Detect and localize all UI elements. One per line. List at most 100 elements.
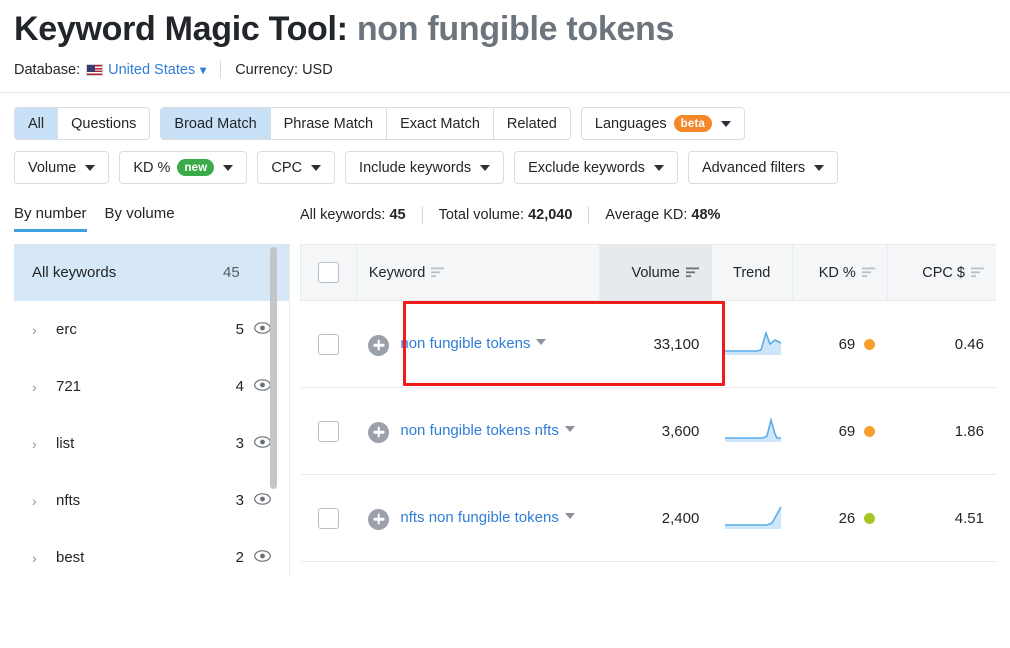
keyword-link[interactable]: non fungible tokens nfts bbox=[400, 422, 558, 439]
add-keyword-icon[interactable] bbox=[368, 421, 390, 443]
chevron-down-icon bbox=[480, 164, 491, 171]
keyword-link[interactable]: non fungible tokens bbox=[400, 335, 530, 352]
database-selector[interactable]: United States bbox=[108, 62, 195, 78]
sidebar-scrollbar-thumb[interactable] bbox=[270, 247, 277, 490]
column-header-keyword-label: Keyword bbox=[368, 264, 426, 281]
keyword-menu-caret-icon[interactable] bbox=[564, 512, 575, 519]
column-header-kd[interactable]: KD % bbox=[791, 244, 888, 302]
tab-questions[interactable]: Questions bbox=[58, 107, 151, 141]
keyword-cell: non fungible tokens nfts bbox=[356, 387, 600, 476]
chevron-down-icon bbox=[814, 164, 825, 171]
select-all-checkbox[interactable] bbox=[317, 262, 339, 284]
exclude-keywords-label: Exclude keywords bbox=[528, 159, 645, 176]
eye-icon[interactable] bbox=[254, 435, 271, 452]
stat-total-volume: Total volume: 42,040 bbox=[439, 207, 573, 223]
row-select-cell bbox=[300, 387, 357, 476]
column-header-keyword[interactable]: Keyword bbox=[355, 244, 600, 302]
stat-all-keywords: All keywords: 45 bbox=[300, 207, 406, 223]
eye-icon[interactable] bbox=[254, 549, 271, 566]
column-header-cpc[interactable]: CPC $ bbox=[886, 244, 996, 302]
cpc-cell: 4.51 bbox=[887, 474, 996, 563]
sidebar-item-count: 2 bbox=[235, 549, 244, 567]
sidebar-item-count: 3 bbox=[235, 492, 244, 510]
kd-cell: 26 bbox=[792, 474, 888, 563]
database-label: Database: bbox=[14, 61, 81, 78]
eye-icon[interactable] bbox=[254, 321, 271, 338]
sidebar-item-best[interactable]: › best 2 bbox=[14, 529, 289, 577]
tab-exact-match[interactable]: Exact Match bbox=[387, 107, 494, 141]
sidebar-item-erc[interactable]: › erc 5 bbox=[14, 301, 289, 358]
trend-cell bbox=[711, 387, 793, 476]
page-title: Keyword Magic Tool: non fungible tokens bbox=[14, 10, 996, 49]
row-checkbox[interactable] bbox=[317, 420, 339, 442]
sidebar-item-count: 5 bbox=[235, 321, 244, 339]
column-header-volume[interactable]: Volume bbox=[599, 244, 712, 302]
chevron-down-icon[interactable]: ▾ bbox=[200, 63, 206, 77]
tab-broad-match[interactable]: Broad Match bbox=[160, 107, 271, 141]
kd-filter-dropdown[interactable]: KD % new bbox=[119, 151, 248, 185]
filter-row-primary: All Questions Broad Match Phrase Match E… bbox=[14, 107, 996, 141]
stat-average-kd: Average KD: 48% bbox=[605, 207, 720, 223]
sidebar-item-721[interactable]: › 721 4 bbox=[14, 358, 289, 415]
row-checkbox[interactable] bbox=[317, 333, 339, 355]
filter-row-secondary: Volume KD % new CPC Include keywords Exc… bbox=[14, 151, 996, 185]
volume-filter-dropdown[interactable]: Volume bbox=[14, 151, 110, 185]
sidebar-scrollbar[interactable] bbox=[270, 244, 283, 577]
exclude-keywords-dropdown[interactable]: Exclude keywords bbox=[514, 151, 678, 185]
sidebar-item-label: erc bbox=[56, 321, 77, 339]
cpc-cell: 1.86 bbox=[887, 387, 996, 476]
beta-badge: beta bbox=[673, 115, 713, 133]
keywords-table: Keyword Volume Trend KD % CPC $ non fung… bbox=[300, 244, 996, 563]
row-checkbox[interactable] bbox=[317, 507, 339, 529]
advanced-filters-dropdown[interactable]: Advanced filters bbox=[687, 151, 839, 185]
chevron-down-icon bbox=[223, 164, 234, 171]
sidebar-item-label: nfts bbox=[56, 492, 81, 510]
grouping-tabs: By number By volume bbox=[14, 203, 300, 233]
volume-cell: 3,600 bbox=[599, 387, 712, 476]
eye-icon[interactable] bbox=[254, 378, 271, 395]
include-keywords-dropdown[interactable]: Include keywords bbox=[345, 151, 505, 185]
stat-divider bbox=[588, 206, 590, 225]
add-keyword-icon[interactable] bbox=[368, 334, 390, 356]
include-keywords-label: Include keywords bbox=[359, 159, 472, 176]
chevron-down-icon bbox=[311, 164, 322, 171]
stat-total-volume-value: 42,040 bbox=[528, 207, 573, 224]
tab-by-volume[interactable]: By volume bbox=[105, 205, 175, 232]
keyword-link[interactable]: nfts non fungible tokens bbox=[400, 509, 558, 526]
kd-cell: 69 bbox=[792, 300, 888, 389]
kd-value: 69 bbox=[838, 422, 856, 440]
sidebar-item-list[interactable]: › list 3 bbox=[14, 415, 289, 472]
content-area: All keywords 45 › erc 5 › 721 4 › list 3 bbox=[0, 244, 1010, 578]
sidebar-item-count: 3 bbox=[235, 435, 244, 453]
sidebar-item-all-keywords[interactable]: All keywords 45 bbox=[14, 244, 289, 302]
stat-all-keywords-value: 45 bbox=[389, 207, 406, 224]
page-title-keyword: non fungible tokens bbox=[356, 10, 675, 48]
kd-cell: 69 bbox=[792, 387, 888, 476]
sort-icon bbox=[431, 267, 445, 278]
cpc-filter-dropdown[interactable]: CPC bbox=[257, 151, 336, 185]
chevron-down-icon bbox=[653, 164, 664, 171]
tab-all[interactable]: All bbox=[14, 107, 59, 141]
row-select-cell bbox=[300, 474, 357, 563]
tab-by-number[interactable]: By number bbox=[14, 205, 87, 233]
stat-average-kd-value: 48% bbox=[691, 207, 721, 224]
tab-related[interactable]: Related bbox=[493, 107, 571, 141]
stat-all-keywords-label: All keywords: bbox=[300, 207, 386, 224]
trend-sparkline bbox=[725, 506, 783, 530]
table-row: non fungible tokens nfts 3,600 69 1.86 bbox=[300, 387, 996, 476]
stat-divider bbox=[421, 206, 423, 225]
sidebar-item-nfts[interactable]: › nfts 3 bbox=[14, 472, 289, 529]
keyword-menu-caret-icon[interactable] bbox=[564, 425, 575, 432]
sidebar-item-count: 4 bbox=[235, 378, 244, 396]
add-keyword-icon[interactable] bbox=[368, 508, 390, 530]
keyword-menu-caret-icon[interactable] bbox=[536, 338, 547, 345]
volume-cell: 33,100 bbox=[599, 300, 712, 389]
eye-icon[interactable] bbox=[254, 492, 271, 509]
kd-value: 69 bbox=[838, 335, 856, 353]
us-flag-icon bbox=[86, 63, 104, 76]
kd-difficulty-dot bbox=[864, 512, 876, 524]
languages-dropdown[interactable]: Languages beta bbox=[580, 107, 746, 141]
kd-difficulty-dot bbox=[864, 338, 876, 350]
trend-sparkline bbox=[725, 417, 782, 443]
tab-phrase-match[interactable]: Phrase Match bbox=[270, 107, 388, 141]
